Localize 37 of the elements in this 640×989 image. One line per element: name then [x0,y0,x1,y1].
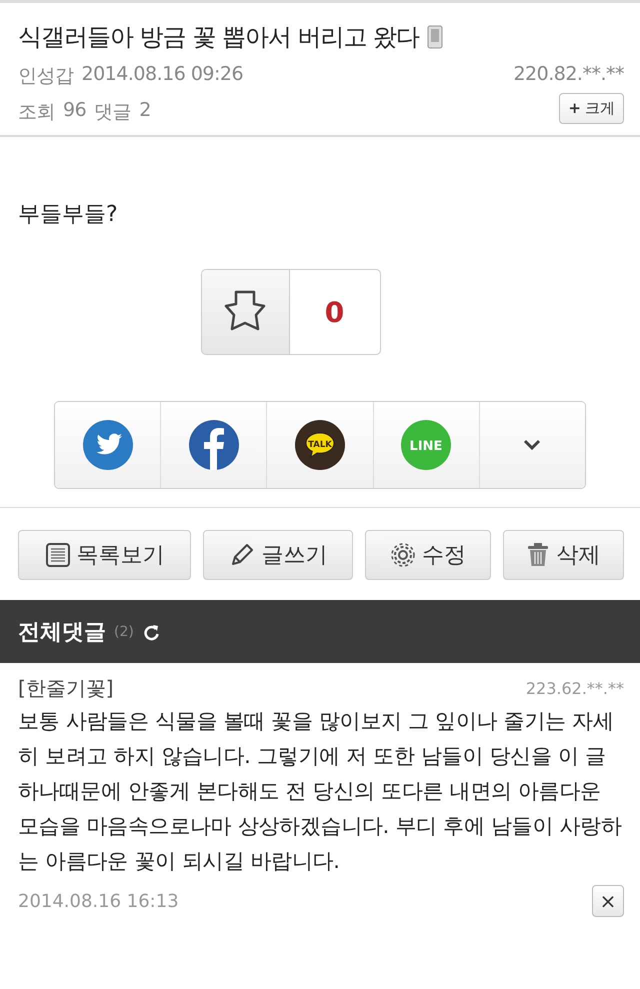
comment-text: 보통 사람들은 식물을 볼때 꽃을 많이보지 그 잎이나 줄기는 자세히 보려고 하지 않습니다. 그렇기에 저 또한 남들이 당신을 이 글 하나때문에 안좋게 본다해도 전 당신의 또다른 내면의 아름다운 모습을 마음속으로나마 상상하겠습니다. 부디 후에 남들이 사랑하는 아름다운 꽃이 되시길 바랍니다. [18,708,623,875]
post-body: 부들부들? [17,201,119,229]
comments-title: 전체댓글 [18,618,106,646]
recommend-button[interactable] [202,270,290,354]
post-title: 식갤러들아 방금 꽃 뽑아서 버리고 왔다 [18,22,420,53]
delete-comment-button[interactable]: × [592,885,624,917]
delete-button[interactable]: 삭제 [502,530,624,580]
list-icon [44,542,71,568]
pencil-icon [229,542,256,568]
comments-count: 2 [139,99,151,123]
chevron-down-icon [523,439,542,451]
bird-icon [82,419,134,471]
views-count: 96 [63,99,86,123]
gear-icon [390,542,416,568]
trash-can-icon [526,542,550,568]
comment-author: [한줄기꽃] [18,675,114,702]
facebook-share-button[interactable] [161,402,268,488]
comment-ip: 223.62.**.** [526,679,624,698]
line-logo-icon: LINE [400,419,452,471]
twitter-share-button[interactable] [55,402,162,488]
f-logo-icon [188,419,240,471]
kakaotalk-share-button[interactable]: TALK [267,402,374,488]
mobile-phone-icon [427,25,444,49]
comments-label: 댓글 [94,100,132,125]
comment-date: 2014.08.16 16:13 [18,890,179,912]
recommend-count: 0 [324,294,346,330]
write-button[interactable]: 글쓰기 [203,530,354,580]
refresh-icon [142,622,160,640]
edit-button[interactable]: 수정 [365,530,491,580]
views-label: 조회 [18,100,55,125]
post-date: 2014.08.16 09:26 [82,63,244,87]
list-button[interactable]: 목록보기 [18,530,192,580]
ip-address: 220.82.**.** [513,63,624,85]
author-name: 인성갑 [18,64,74,89]
comments-count: (2) [114,624,134,640]
enlarge-button[interactable]: + 크게 [559,93,624,124]
speech-bubble-icon: TALK [294,419,346,471]
